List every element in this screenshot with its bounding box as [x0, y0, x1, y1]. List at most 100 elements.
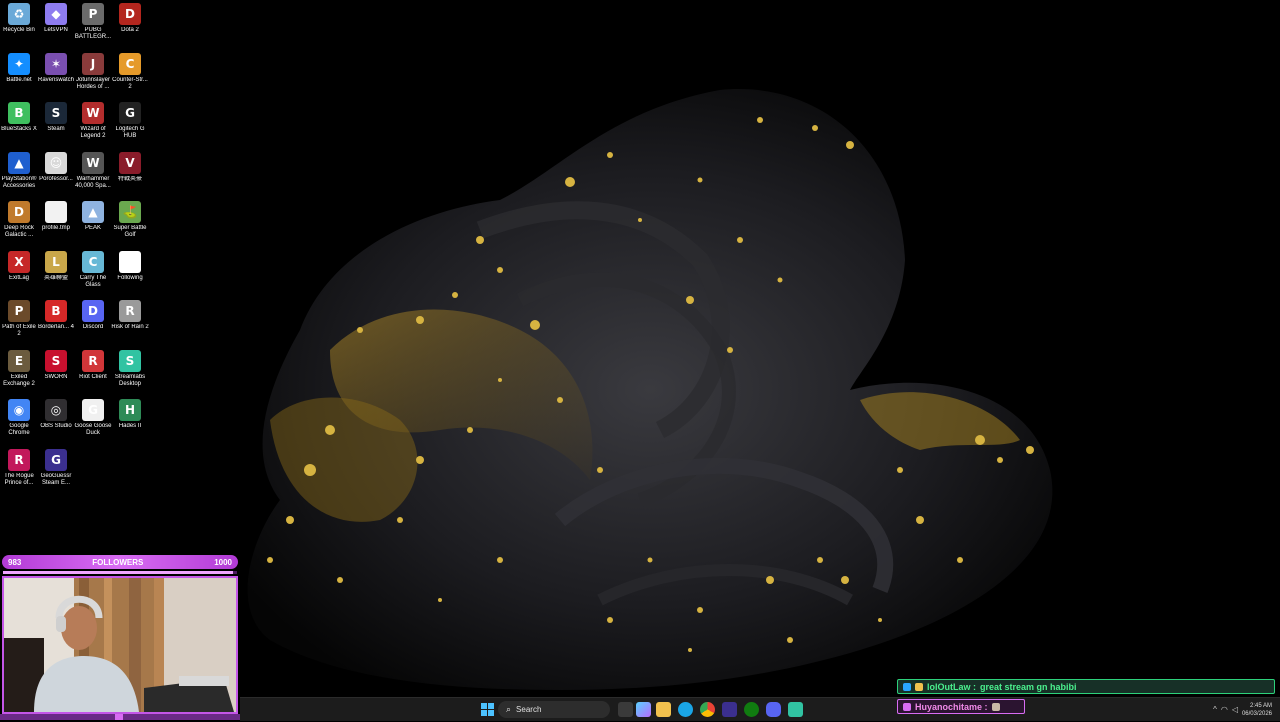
copilot-icon[interactable] — [636, 702, 651, 717]
desktop-icon-streamlabs[interactable]: S Streamlabs Desktop — [111, 347, 149, 396]
volume-icon[interactable]: ◁ — [1232, 705, 1238, 714]
emote-icon — [991, 702, 1000, 711]
chrome-icon[interactable] — [700, 702, 715, 717]
desktop-icon-label: Logitech G HUB — [115, 126, 145, 139]
desktop-icon-discord[interactable]: D Discord — [74, 297, 112, 346]
desktop-icon-path-of-exile[interactable]: P Path of Exile 2 — [0, 297, 38, 346]
xbox-icon[interactable] — [744, 702, 759, 717]
system-tray: ^ ◠ ◁ 2:45 AM 06/03/2026 — [1213, 698, 1280, 721]
desktop-icon-label: ExitLag — [8, 274, 29, 281]
followers-current: 983 — [8, 557, 22, 567]
desktop-icon-ravenswatch[interactable]: ✶ Ravenswatch — [37, 50, 75, 99]
desktop-icon-grid: ♻ Recycle Bin ◆ LetsVPN P PUBG BATTLEGR... D Do… — [0, 0, 150, 555]
desktop-icon-label: Following — [117, 274, 143, 281]
desktop-icon-label: Jotunnslayer Hordes of ... — [75, 76, 111, 90]
desktop-icon-label: Deep Rock Galactic ... — [4, 225, 34, 238]
desktop-icon-label: PEAK — [84, 225, 101, 231]
desktop-icon-obs[interactable]: ◎ OBS Studio — [37, 396, 75, 445]
desktop-icon-lol[interactable]: L 英雄聯盟 — [37, 248, 75, 297]
desktop-icon-label: Ravenswatch — [37, 76, 75, 83]
tray-chevron-icon[interactable]: ^ — [1213, 705, 1217, 714]
wizard-of-legend-icon: W — [82, 102, 104, 124]
desktop-icon-chrome[interactable]: ◉ Google Chrome — [0, 396, 38, 445]
desktop-icon-label: Discord — [82, 324, 104, 330]
letsvpn-icon: ◆ — [45, 3, 67, 25]
desktop-icon-counter-strike[interactable]: C Counter-Str... 2 — [111, 50, 149, 99]
desktop-icon-super-battle-golf[interactable]: ⛳ Super Battle Golf — [111, 198, 149, 247]
desktop-icon-borderlands[interactable]: B Borderlan... 4 — [37, 297, 75, 346]
desktop-icon-goose-goose-duck[interactable]: G Goose Goose Duck — [74, 396, 112, 445]
desktop-icon-label: Counter-Str... 2 — [112, 76, 148, 90]
geoguessr-taskbar-icon[interactable] — [722, 702, 737, 717]
taskbar-clock[interactable]: 2:45 AM 06/03/2026 — [1242, 702, 1272, 718]
desktop-icon-warhammer[interactable]: W Warhammer 40,000 Spa... — [74, 149, 112, 198]
desktop-icon-battlenet[interactable]: ✦ Battle.net — [0, 50, 38, 99]
desktop-icon-exitlag[interactable]: X ExitLag — [0, 248, 38, 297]
exiled-exchange-icon: E — [8, 349, 30, 372]
desktop-icon-label: GeoGuessr Steam E... — [40, 472, 72, 486]
rogue-prince-icon: R — [8, 448, 30, 471]
warhammer-icon: W — [82, 151, 104, 174]
desktop-icon-hades2[interactable]: H Hades II — [111, 396, 149, 445]
chrome-icon: ◉ — [8, 399, 30, 421]
sworn-icon: S — [45, 349, 67, 372]
clock-date: 06/03/2026 — [1241, 710, 1272, 717]
desktop-icon-dota2[interactable]: D Dota 2 — [111, 0, 149, 49]
hades2-icon: H — [119, 399, 141, 421]
desktop-icon-wizard-of-legend[interactable]: W Wizard of Legend 2 — [74, 99, 112, 148]
desktop-icon-profile-tmp[interactable]: profile.tmp — [37, 198, 75, 247]
search-label: Search — [516, 705, 542, 714]
desktop-icon-label: Riot Client — [79, 373, 107, 380]
desktop-icon-label: Risk of Rain 2 — [111, 324, 149, 330]
desktop-icon-letsvpn[interactable]: ◆ LetsVPN — [37, 0, 75, 49]
desktop-icon-label: Borderlan... 4 — [37, 324, 75, 330]
desktop-icon-label: Dota 2 — [121, 27, 139, 33]
start-button[interactable] — [480, 702, 495, 717]
desktop-icon-label: BlueStacks X — [1, 126, 37, 132]
file-explorer-icon[interactable] — [656, 702, 671, 717]
desktop-icon-jotunnslayer[interactable]: J Jotunnslayer Hordes of ... — [74, 50, 112, 99]
desktop-icon-sworn[interactable]: S SWORN — [37, 347, 75, 396]
desktop-icon-label: Recycle Bin — [3, 27, 35, 33]
desktop-icon-peak[interactable]: ▲ PEAK — [74, 198, 112, 247]
desktop-icon-exiled-exchange[interactable]: E Exiled Exchange 2 — [0, 347, 38, 396]
desktop-icon-valorant[interactable]: V 特戰英豪 — [111, 149, 149, 198]
desktop-icon-label: Battle.net — [6, 76, 32, 83]
desktop-icon-label: Super Battle Golf — [113, 225, 147, 238]
desktop-icon-label: Exiled Exchange 2 — [3, 373, 35, 387]
desktop-icon-geoguessr[interactable]: G GeoGuessr Steam E... — [37, 446, 75, 495]
super-battle-golf-icon: ⛳ — [119, 201, 141, 223]
steam-icon: S — [45, 102, 67, 124]
streamlabs-taskbar-icon[interactable] — [788, 702, 803, 717]
user-badge-icon — [903, 702, 911, 711]
windows-logo-icon — [481, 703, 494, 716]
discord-taskbar-icon[interactable] — [766, 702, 781, 717]
geoguessr-icon: G — [45, 448, 67, 471]
task-view-icon[interactable] — [618, 702, 633, 717]
desktop-icon-riot-client[interactable]: R Riot Client — [74, 347, 112, 396]
exitlag-icon: X — [8, 250, 30, 273]
desktop-icon-ps-accessories[interactable]: ▲ PlayStation® Accessories — [0, 149, 38, 198]
desktop-icon-label: Google Chrome — [8, 423, 30, 436]
desktop-icon-steam[interactable]: S Steam — [37, 99, 75, 148]
desktop-icon-label: Path of Exile 2 — [2, 324, 36, 337]
porofessor-icon: ☺ — [45, 151, 67, 174]
desktop-icon-recycle-bin[interactable]: ♻ Recycle Bin — [0, 0, 38, 49]
jotunnslayer-icon: J — [82, 52, 104, 75]
desktop-icon-risk-of-rain[interactable]: R Risk of Rain 2 — [111, 297, 149, 346]
wifi-icon[interactable]: ◠ — [1221, 705, 1228, 714]
taskbar-search[interactable]: ⌕ Search — [498, 701, 610, 718]
desktop-icon-rogue-prince[interactable]: R The Rogue Prince of... — [0, 446, 38, 495]
desktop-icon-pubg[interactable]: P PUBG BATTLEGR... — [74, 0, 112, 49]
search-icon: ⌕ — [506, 704, 512, 714]
desktop-icon-deep-rock[interactable]: D Deep Rock Galactic ... — [0, 198, 38, 247]
desktop-icon-logitech[interactable]: G Logitech G HUB — [111, 99, 149, 148]
desktop-icon-following[interactable]: ◎ Following — [111, 248, 149, 297]
edge-icon[interactable] — [678, 702, 693, 717]
desktop-icon-carry-the-glass[interactable]: C Carry The Glass — [74, 248, 112, 297]
desktop-icon-bluestacks[interactable]: B BlueStacks X — [0, 99, 38, 148]
follower-goal-bar: 983 FOLLOWERS 1000 — [2, 555, 238, 569]
desktop-icon-label: profile.tmp — [41, 225, 70, 231]
desktop-icon-porofessor[interactable]: ☺ Porofessor... — [37, 149, 75, 198]
user-badge-icon — [915, 682, 923, 691]
